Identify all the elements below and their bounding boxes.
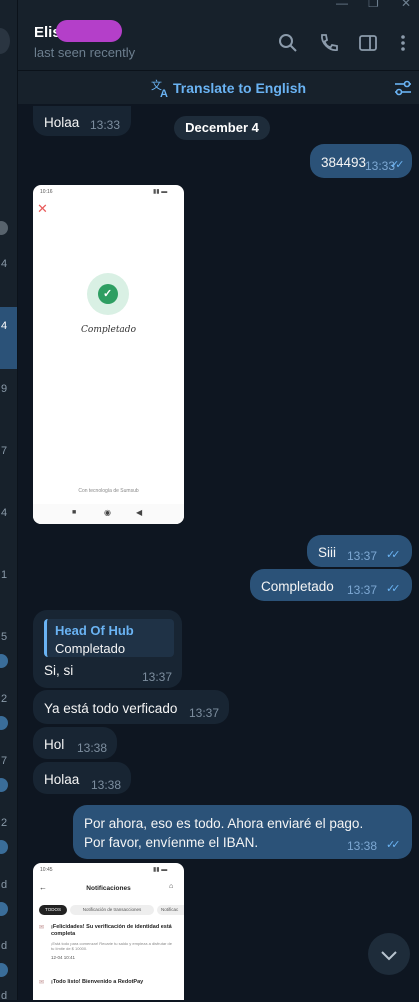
message-incoming-reply[interactable]: Head Of Hub Completado Si, si 13:37 xyxy=(33,610,182,688)
check-icon: ✓ xyxy=(98,284,118,304)
sidebar-active-chat[interactable] xyxy=(0,307,17,369)
message-list[interactable]: Holaa 13:33 December 4 384493 13:33 ✓✓ 1… xyxy=(18,104,419,1000)
reply-quote[interactable]: Head Of Hub Completado xyxy=(44,619,174,657)
notification-body: ¡Está todo para comenzar! Recarie tu sal… xyxy=(51,941,172,951)
contact-status: last seen recently xyxy=(34,45,136,60)
chat-list-sidebar: 4 4 9 7 4 1 5 2 7 2 d d d xyxy=(0,0,18,1002)
chat-header: Elis last seen recently xyxy=(18,8,419,70)
image-message[interactable]: 10:45 ▮▮ ▬ ← Notificaciones ⌂ TODOS Noti… xyxy=(33,863,184,1000)
message-text: Holaa xyxy=(44,772,80,787)
sidebar-item[interactable]: d xyxy=(0,990,17,1002)
success-circle: ✓ xyxy=(87,273,129,315)
translate-label[interactable]: Translate to English xyxy=(173,80,306,96)
message-time: 13:37 xyxy=(142,670,173,684)
message-time: 13:37 xyxy=(189,706,220,720)
notification-date: 12-04 10:41 xyxy=(51,955,76,960)
message-incoming[interactable]: Holaa 13:33 xyxy=(33,106,131,136)
phone-status-time: 10:16 xyxy=(40,189,53,195)
message-text: Hol xyxy=(44,737,65,752)
sidebar-item[interactable]: 4 xyxy=(0,507,17,519)
message-time: 13:37 xyxy=(347,549,378,563)
notification-title: ¡Felicidades! Su verificación de identid… xyxy=(51,924,172,937)
read-checkmarks-icon: ✓✓ xyxy=(386,549,401,561)
search-icon[interactable] xyxy=(277,32,299,54)
unread-badge xyxy=(0,716,8,730)
chevron-down-icon xyxy=(381,951,397,961)
message-time: 13:38 xyxy=(347,839,378,853)
read-checkmarks-icon: ✓✓ xyxy=(390,159,405,171)
svg-text:A: A xyxy=(160,88,168,98)
sidebar-item[interactable]: 7 xyxy=(0,445,17,457)
android-nav-bar: ■ ◉ ◀ xyxy=(33,504,184,524)
sidebar-toggle-icon[interactable] xyxy=(357,32,379,54)
scroll-down-button[interactable] xyxy=(368,933,410,975)
close-icon: ✕ xyxy=(37,201,48,216)
message-text: Ya está todo verficado xyxy=(44,701,178,716)
unread-badge xyxy=(0,221,8,235)
phone-status-icons: ▮▮ ▬ xyxy=(153,867,168,873)
unread-badge xyxy=(0,902,8,916)
translate-icon: 文A xyxy=(151,78,168,98)
sidebar-item[interactable]: 9 xyxy=(0,383,17,395)
message-text: Holaa xyxy=(44,115,80,130)
tab-notificac: Notificac xyxy=(157,905,184,915)
message-time: 13:38 xyxy=(91,778,122,792)
sidebar-item[interactable]: 2 xyxy=(0,693,17,705)
message-outgoing[interactable]: Completado 13:37 ✓✓ xyxy=(250,569,412,601)
message-incoming[interactable]: Hol 13:38 xyxy=(33,727,117,759)
chat-avatar-icon[interactable] xyxy=(0,28,10,54)
sidebar-item[interactable]: 1 xyxy=(0,569,17,581)
phone-status-time: 10:45 xyxy=(40,867,53,873)
translate-bar[interactable]: 文A Translate to English xyxy=(18,70,419,105)
message-incoming[interactable]: Ya está todo verficado 13:37 xyxy=(33,690,229,724)
unread-badge xyxy=(0,654,8,668)
window-titlebar: — ❐ ✕ xyxy=(0,0,419,10)
screen-title: Notificaciones xyxy=(86,885,131,892)
message-time: 13:33 xyxy=(90,118,121,132)
redaction-blot xyxy=(56,20,122,42)
read-checkmarks-icon: ✓✓ xyxy=(386,583,401,595)
date-separator: December 4 xyxy=(174,116,270,140)
message-text: Si, si xyxy=(44,663,74,678)
message-text: Siii xyxy=(318,545,337,560)
notification-title: ¡Todo listo! Bienvenido a RedotPay xyxy=(51,979,144,985)
message-text: Completado xyxy=(261,579,334,594)
read-checkmarks-icon: ✓✓ xyxy=(386,839,401,851)
phone-icon[interactable] xyxy=(317,32,339,54)
sidebar-item[interactable]: 5 xyxy=(0,631,17,643)
sidebar-item[interactable]: 4 xyxy=(0,258,17,270)
reply-text: Completado xyxy=(55,641,126,656)
sidebar-item[interactable]: d xyxy=(0,879,17,891)
image-message[interactable]: 10:16 ▮▮ ▬ ✕ ✓ Completado Con tecnología… xyxy=(33,185,184,524)
unread-badge xyxy=(0,840,8,854)
unread-badge xyxy=(0,778,8,792)
message-time: 13:38 xyxy=(77,741,108,755)
translate-settings-icon[interactable] xyxy=(393,79,413,97)
more-icon[interactable] xyxy=(392,32,414,54)
message-text: 384493 xyxy=(321,155,367,170)
screen-title: Completado xyxy=(81,325,136,335)
sidebar-item[interactable]: 4 xyxy=(0,320,17,332)
sidebar-item[interactable]: d xyxy=(0,940,17,952)
message-time: 13:37 xyxy=(347,583,378,597)
sidebar-item[interactable]: 2 xyxy=(0,817,17,829)
unread-badge xyxy=(0,963,8,977)
phone-status-icons: ▮▮ ▬ xyxy=(153,189,168,195)
message-text: Por ahora, eso es todo. Ahora enviaré el… xyxy=(84,816,364,850)
message-outgoing[interactable]: Por ahora, eso es todo. Ahora enviaré el… xyxy=(73,805,412,859)
mail-icon: ✉ xyxy=(39,925,45,931)
message-outgoing[interactable]: 384493 13:33 ✓✓ xyxy=(310,144,412,178)
sidebar-item[interactable]: 7 xyxy=(0,755,17,767)
screen-footer: Con tecnología de Sumsub xyxy=(78,488,139,494)
message-outgoing[interactable]: Siii 13:37 ✓✓ xyxy=(307,535,412,567)
tab-todos: TODOS xyxy=(39,905,67,915)
tab-transacciones: Notificación de transacciones xyxy=(70,905,154,915)
clear-icon: ⌂ xyxy=(169,883,174,890)
reply-author: Head Of Hub xyxy=(55,623,134,638)
message-incoming[interactable]: Holaa 13:38 xyxy=(33,762,131,794)
mail-icon: ✉ xyxy=(39,980,45,986)
